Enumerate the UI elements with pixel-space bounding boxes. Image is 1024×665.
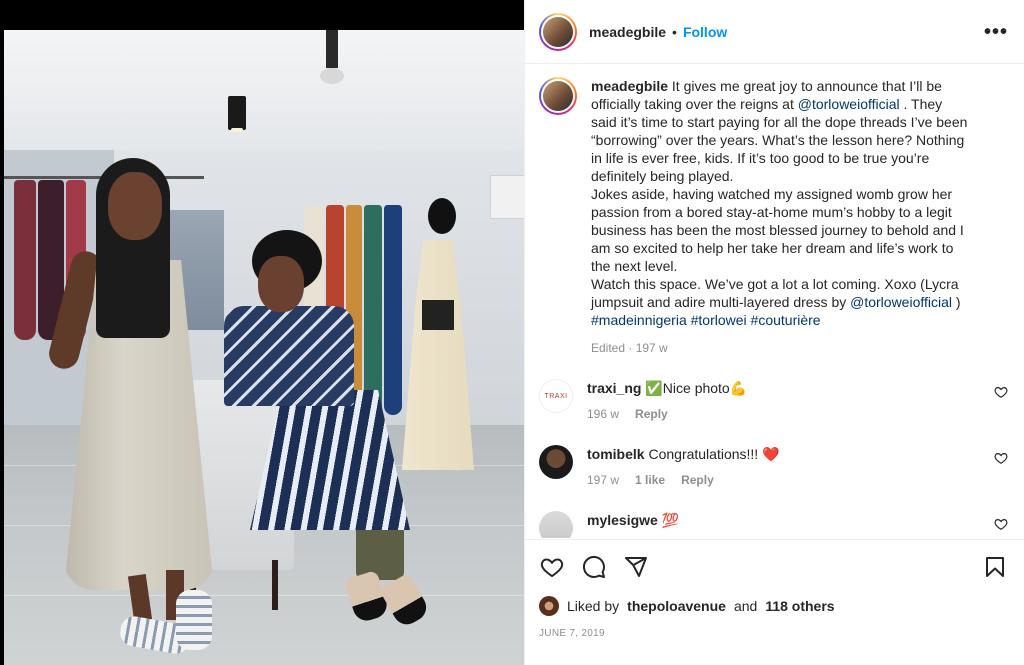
comment-text: 💯 — [661, 512, 680, 528]
post-panel: meadegbile • Follow ••• meadegbile It gi… — [524, 0, 1024, 665]
post-header: meadegbile • Follow ••• — [525, 0, 1024, 64]
caption-username[interactable]: meadegbile — [591, 78, 668, 94]
post-date[interactable]: JUNE 7, 2019 — [539, 628, 1008, 639]
caption-meta: Edited · 197 w — [591, 341, 668, 355]
person-shoe — [176, 590, 212, 650]
post-actions: Liked by thepoloavenue and 118 others JU… — [525, 539, 1024, 639]
hanging-garment — [14, 180, 36, 340]
heart-icon[interactable] — [994, 517, 1008, 531]
comments-list[interactable]: meadegbile It gives me great joy to anno… — [525, 65, 1024, 538]
caption-text: meadegbile It gives me great joy to anno… — [591, 77, 971, 357]
comment-icon[interactable] — [581, 554, 607, 580]
mannequin-head — [428, 198, 456, 234]
commenter-avatar[interactable] — [539, 445, 573, 479]
comment-likes[interactable]: 1 like — [635, 471, 665, 489]
commenter-avatar[interactable]: TRAXI — [539, 379, 573, 413]
comment-username[interactable]: mylesigwe — [587, 512, 658, 528]
reply-button[interactable]: Reply — [681, 471, 714, 489]
hanging-garment — [364, 205, 382, 415]
likes-and: and — [733, 598, 758, 614]
comment-text: Congratulations!!! ❤️ — [648, 446, 780, 462]
chair-leg — [272, 560, 278, 610]
mannequin-belt — [422, 300, 454, 330]
comment-username[interactable]: tomibelk — [587, 446, 645, 462]
heart-icon[interactable] — [994, 451, 1008, 465]
liker-username[interactable]: thepoloavenue — [627, 598, 726, 614]
likes-prefix: Liked by — [567, 598, 620, 614]
reply-button[interactable]: Reply — [635, 405, 668, 423]
person-face — [108, 172, 162, 240]
hashtag-link[interactable]: #couturière — [751, 312, 821, 328]
liker-avatar[interactable] — [539, 596, 559, 616]
caption-paragraph: Jokes aside, having watched my assigned … — [591, 186, 964, 274]
post-photo[interactable] — [4, 30, 524, 665]
commenter-avatar[interactable] — [539, 511, 573, 538]
caption-avatar[interactable] — [539, 77, 577, 115]
comment-item: tomibelk Congratulations!!! ❤️ 197 w 1 l… — [539, 445, 1008, 489]
bookmark-icon[interactable] — [982, 554, 1008, 580]
author-avatar[interactable] — [539, 12, 577, 51]
likes-others[interactable]: 118 others — [765, 598, 834, 614]
author-username[interactable]: meadegbile — [589, 24, 666, 40]
heart-icon[interactable] — [994, 385, 1008, 399]
post-media[interactable] — [0, 0, 524, 665]
person-face — [258, 256, 304, 312]
comment-text: ✅Nice photo💪 — [645, 380, 748, 396]
caption: meadegbile It gives me great joy to anno… — [539, 77, 1008, 357]
track-light — [326, 30, 338, 68]
comment-time: 197 w — [587, 473, 620, 487]
track-lamp — [320, 68, 344, 84]
comment-item: mylesigwe 💯 — [539, 511, 1008, 538]
mention-link[interactable]: @torloweiofficial — [798, 96, 900, 112]
mannequin-dress — [402, 240, 474, 470]
hashtag-link[interactable]: #madeinnigeria — [591, 312, 687, 328]
separator-dot: • — [672, 23, 677, 40]
mention-link[interactable]: @torloweiofficial — [850, 294, 952, 310]
hashtag-link[interactable]: #torlowei — [691, 312, 747, 328]
comment-item: TRAXI traxi_ng ✅Nice photo💪 196 w Reply — [539, 379, 1008, 423]
hanging-garment — [384, 205, 402, 415]
likes-summary: Liked by thepoloavenue and 118 others — [539, 596, 1008, 616]
air-conditioner — [490, 175, 524, 219]
comment-username[interactable]: traxi_ng — [587, 380, 641, 396]
comment-time: 196 w — [587, 407, 620, 421]
like-heart-icon[interactable] — [539, 554, 565, 580]
ceiling-light — [228, 96, 246, 132]
follow-button[interactable]: Follow — [683, 24, 727, 40]
caption-part: ) — [955, 294, 961, 310]
more-icon[interactable]: ••• — [984, 22, 1008, 42]
share-icon[interactable] — [623, 554, 649, 580]
person-top — [224, 306, 354, 406]
ceiling — [4, 30, 524, 150]
